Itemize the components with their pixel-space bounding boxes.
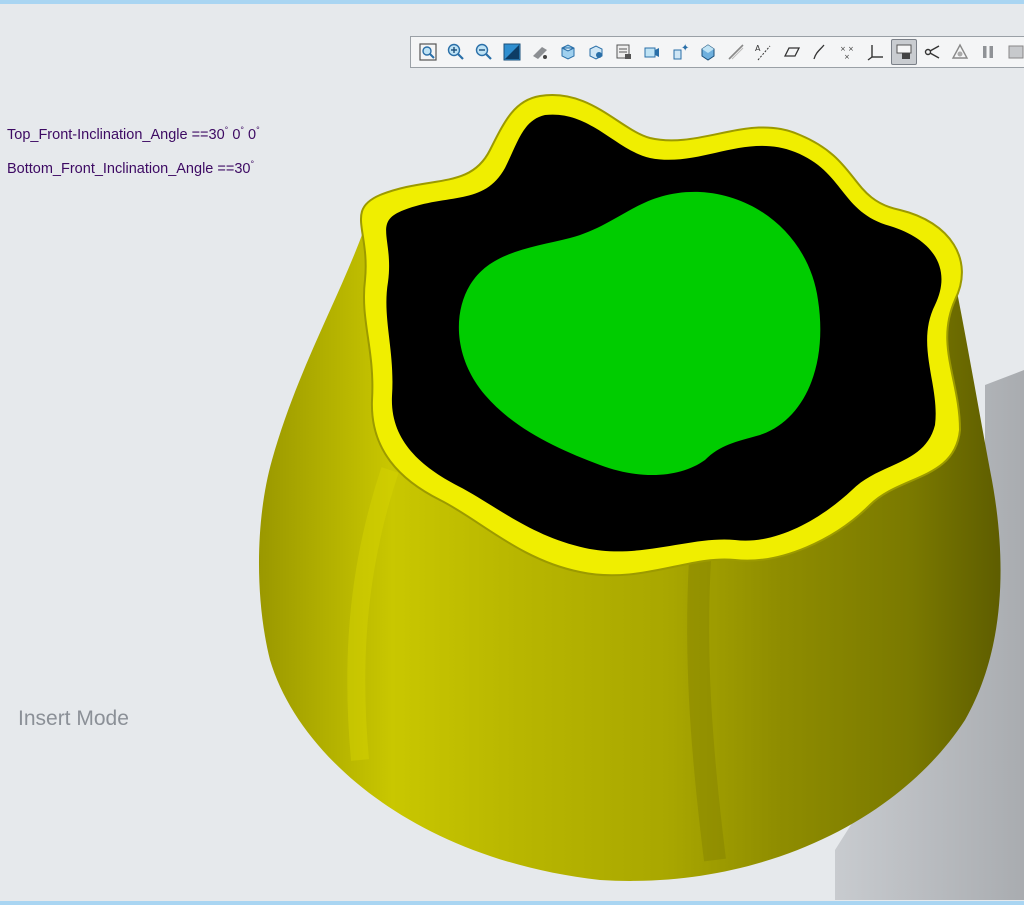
param-value: 0 bbox=[248, 127, 257, 143]
insert-mode-label: Insert Mode bbox=[18, 707, 129, 730]
param-label: Top_Front-Inclination_Angle == bbox=[7, 127, 209, 143]
named-views-icon[interactable] bbox=[583, 39, 609, 65]
top-front-inclination-param[interactable]: Top_Front-Inclination_Angle ==30° 0° 0° bbox=[7, 125, 260, 143]
display-style-icon[interactable] bbox=[891, 39, 917, 65]
view-toolbar: ✦ A × × × bbox=[410, 36, 1024, 68]
annotation-display-icon[interactable]: ✦ bbox=[667, 39, 693, 65]
degree-mark: ° bbox=[224, 125, 229, 135]
svg-text:A: A bbox=[755, 44, 761, 53]
spin-center-icon[interactable] bbox=[527, 39, 553, 65]
appearance-icon[interactable] bbox=[947, 39, 973, 65]
degree-mark: ° bbox=[250, 159, 255, 169]
saved-orientations-icon[interactable] bbox=[555, 39, 581, 65]
more-icon[interactable] bbox=[1003, 39, 1024, 65]
degree-mark: ° bbox=[240, 125, 244, 135]
section-view-icon[interactable] bbox=[695, 39, 721, 65]
datum-curves-icon[interactable] bbox=[807, 39, 833, 65]
bottom-front-inclination-param[interactable]: Bottom_Front_Inclination_Angle ==30° bbox=[7, 159, 254, 177]
pause-icon[interactable] bbox=[975, 39, 1001, 65]
param-value: 30 bbox=[234, 161, 251, 177]
datum-display-icon[interactable] bbox=[723, 39, 749, 65]
datum-axes-icon[interactable]: A bbox=[751, 39, 777, 65]
datum-planes-icon[interactable] bbox=[779, 39, 805, 65]
coordinate-systems-icon[interactable] bbox=[863, 39, 889, 65]
zoom-out-icon[interactable] bbox=[471, 39, 497, 65]
degree-mark: ° bbox=[256, 125, 260, 135]
repaint-icon[interactable] bbox=[499, 39, 525, 65]
view-manager-icon[interactable] bbox=[611, 39, 637, 65]
param-value: 30 bbox=[208, 127, 225, 143]
svg-text:×: × bbox=[848, 45, 854, 53]
refit-icon[interactable] bbox=[415, 39, 441, 65]
perspective-icon[interactable] bbox=[639, 39, 665, 65]
datum-points-icon[interactable]: × × × bbox=[835, 39, 861, 65]
svg-text:✦: ✦ bbox=[681, 43, 689, 54]
param-label: Bottom_Front_Inclination_Angle == bbox=[7, 161, 235, 177]
svg-text:×: × bbox=[844, 53, 850, 61]
viewport-bottom-border bbox=[0, 901, 1024, 905]
zoom-in-icon[interactable] bbox=[443, 39, 469, 65]
svg-text:×: × bbox=[840, 45, 846, 53]
spin-center-toggle-icon[interactable] bbox=[919, 39, 945, 65]
